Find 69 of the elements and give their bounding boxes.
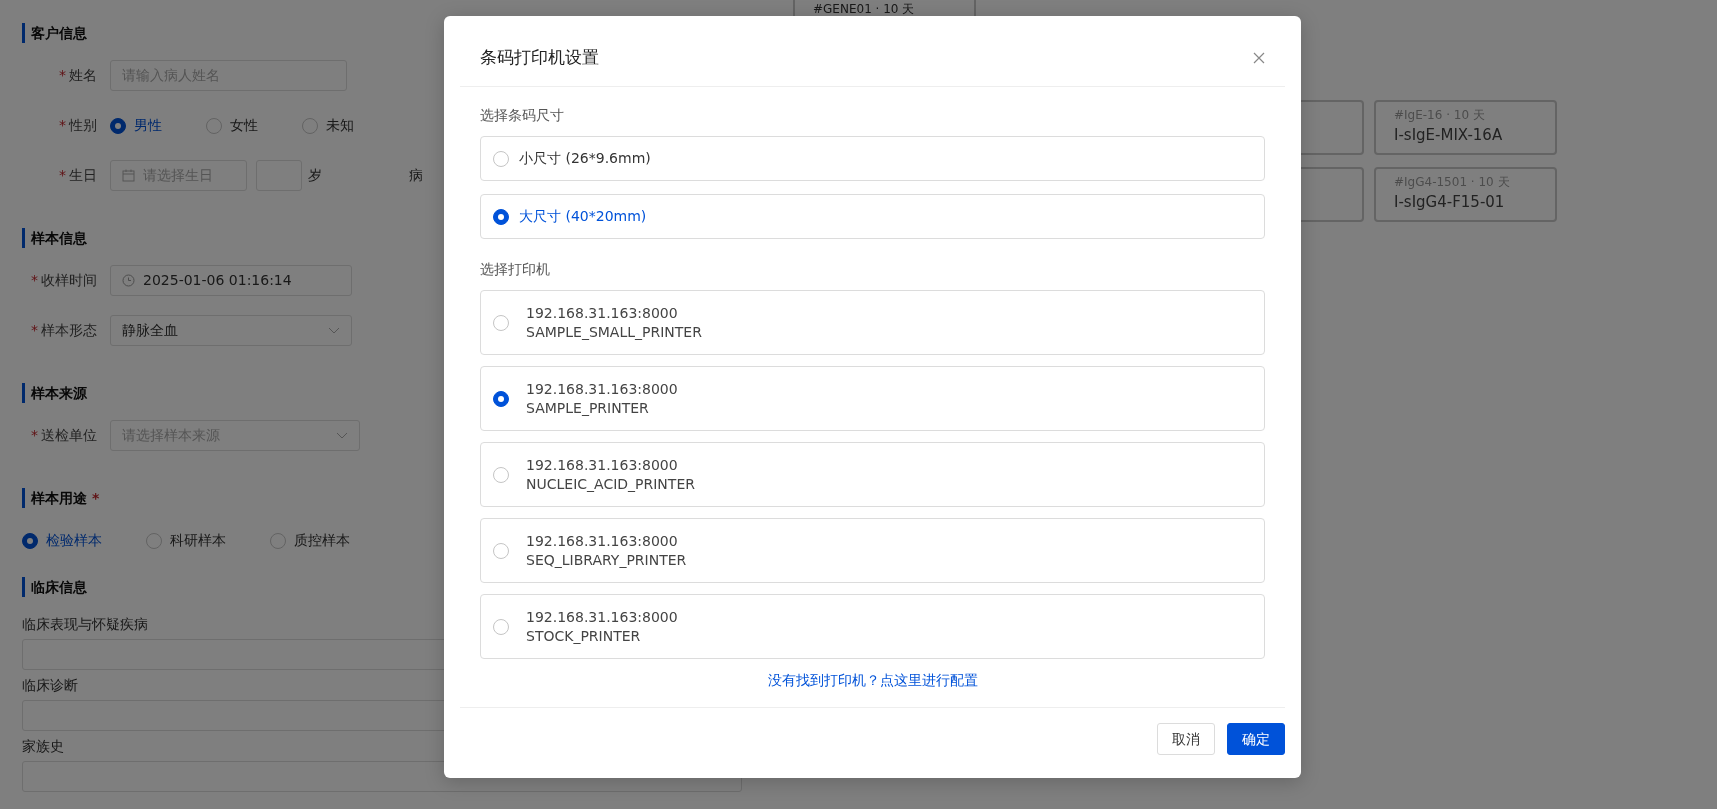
radio-button[interactable] — [22, 532, 38, 549]
card-title: I-sIgG4-F15-01 — [1394, 192, 1506, 213]
radio-button[interactable] — [493, 150, 509, 167]
field-label: 送检单位 — [41, 427, 97, 443]
cancel-button[interactable]: 取消 — [1157, 723, 1215, 755]
dialog-title: 条码打印机设置 — [480, 46, 599, 70]
field-label: 姓名 — [69, 67, 97, 83]
required-mark: * — [31, 322, 38, 338]
unit-label: 岁 — [308, 166, 322, 185]
section-title: 样本用途 — [31, 490, 87, 506]
printer-name: NUCLEIC_ACID_PRINTER — [526, 474, 695, 494]
calendar-icon — [122, 169, 135, 182]
printer-option[interactable]: 192.168.31.163:8000 NUCLEIC_ACID_PRINTER — [480, 442, 1265, 507]
radio-button[interactable] — [493, 314, 509, 331]
help-link[interactable]: 没有找到打印机？点这里进行配置 — [767, 672, 978, 688]
radio-label: 男性 — [134, 116, 162, 135]
field-label: 样本形态 — [41, 322, 97, 338]
chevron-down-icon — [336, 432, 348, 439]
printer-address: 192.168.31.163:8000 — [526, 455, 679, 475]
field-label: 收样时间 — [41, 272, 97, 288]
radio-label: 质控样本 — [294, 531, 350, 550]
printer-name: SEQ_LIBRARY_PRINTER — [526, 550, 687, 570]
size-option[interactable]: 小尺寸 (26*9.6mm) — [480, 136, 1265, 181]
required-mark: * — [31, 272, 38, 288]
card-code: #GENE01 · 10 天 — [813, 1, 915, 17]
required-mark: * — [59, 67, 66, 83]
radio-button[interactable] — [302, 117, 318, 134]
radio-button[interactable] — [270, 532, 286, 549]
required-mark: * — [31, 427, 38, 443]
close-icon[interactable] — [1253, 52, 1265, 64]
printer-option[interactable]: 192.168.31.163:8000 SEQ_LIBRARY_PRINTER — [480, 518, 1265, 583]
printer-name: SAMPLE_SMALL_PRINTER — [526, 322, 702, 342]
radio-button[interactable] — [493, 208, 509, 225]
confirm-button[interactable]: 确定 — [1227, 723, 1285, 755]
printer-address: 192.168.31.163:8000 — [526, 531, 679, 551]
radio-button[interactable] — [110, 117, 126, 134]
select-field[interactable]: 静脉全血 — [110, 315, 352, 346]
field-label: 病 — [409, 166, 423, 185]
radio-button[interactable] — [493, 542, 509, 559]
printer-option[interactable]: 192.168.31.163:8000 STOCK_PRINTER — [480, 594, 1265, 659]
field-label: 临床表现与怀疑疾病 — [22, 615, 148, 634]
radio-button[interactable] — [206, 117, 222, 134]
radio-button[interactable] — [146, 532, 162, 549]
group-label: 选择打印机 — [480, 260, 551, 279]
field-label: 临床诊断 — [22, 676, 78, 695]
field-label: 家族史 — [22, 737, 64, 756]
radio-button[interactable] — [493, 466, 509, 483]
printer-option[interactable]: 192.168.31.163:8000 SAMPLE_PRINTER — [480, 366, 1265, 431]
radio-label: 未知 — [326, 116, 354, 135]
required-mark: * — [91, 490, 100, 506]
time-field[interactable]: 2025-01-06 01:16:14 — [110, 265, 352, 296]
clock-icon — [122, 274, 135, 287]
radio-button[interactable] — [493, 618, 509, 635]
printer-address: 192.168.31.163:8000 — [526, 303, 679, 323]
field-label: 生日 — [69, 167, 97, 183]
group-label: 选择条码尺寸 — [480, 106, 565, 125]
card-title: I-sIgE-MIX-16A — [1394, 125, 1504, 146]
radio-label: 女性 — [230, 116, 258, 135]
size-option[interactable]: 大尺寸 (40*20mm) — [480, 194, 1265, 239]
chevron-down-icon — [328, 327, 340, 334]
radio-label: 检验样本 — [46, 531, 102, 550]
required-mark: * — [59, 167, 66, 183]
printer-option[interactable]: 192.168.31.163:8000 SAMPLE_SMALL_PRINTER — [480, 290, 1265, 355]
field-label: 性别 — [69, 117, 97, 133]
radio-label: 科研样本 — [170, 531, 226, 550]
printer-name: STOCK_PRINTER — [526, 626, 642, 646]
required-mark: * — [59, 117, 66, 133]
radio-button[interactable] — [493, 390, 509, 407]
printer-address: 192.168.31.163:8000 — [526, 607, 678, 627]
